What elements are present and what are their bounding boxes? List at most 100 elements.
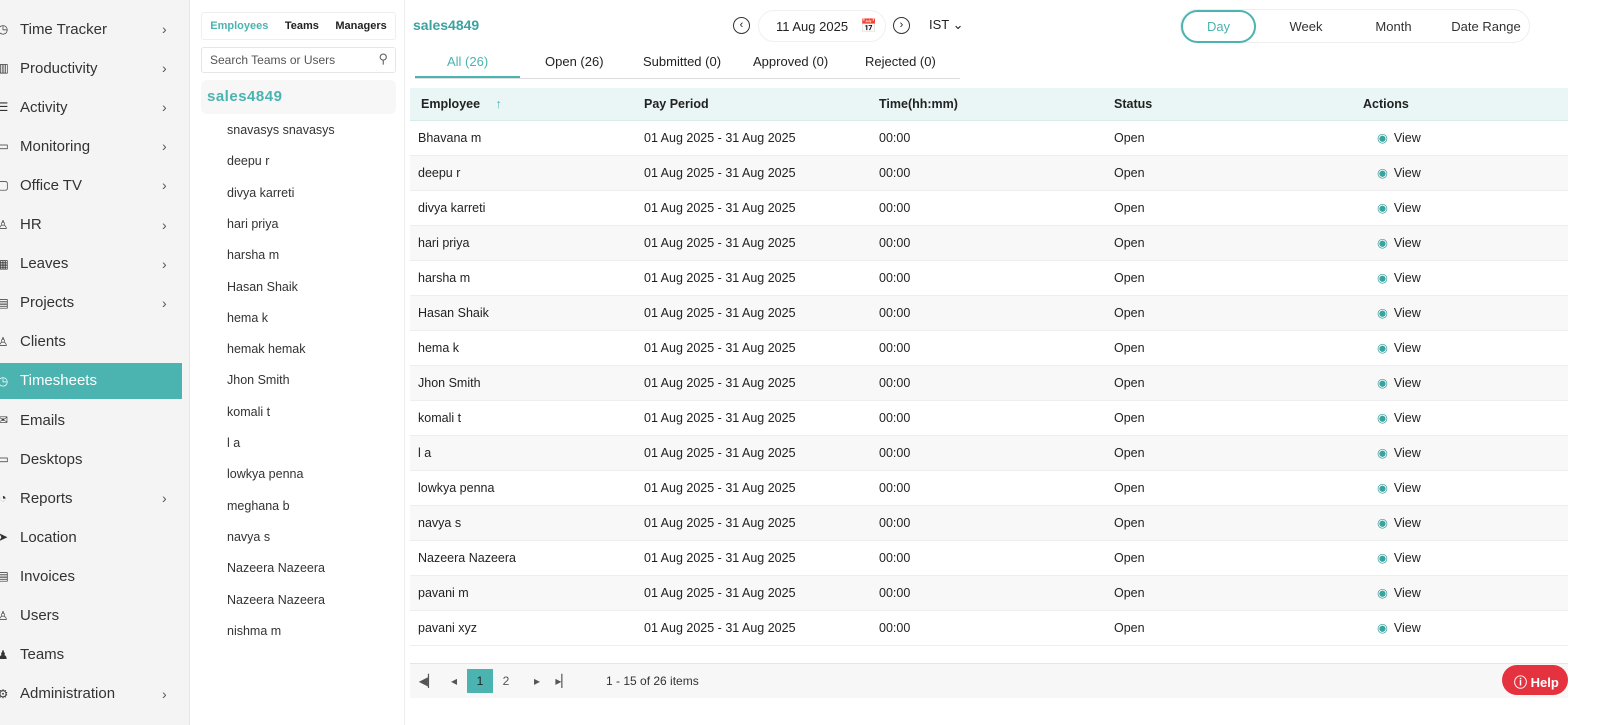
prev-page-icon[interactable]: ◂ bbox=[441, 669, 467, 693]
tab-submitted[interactable]: Submitted (0) bbox=[643, 54, 721, 69]
table-row[interactable]: Nazeera Nazeera 01 Aug 2025 - 31 Aug 202… bbox=[410, 540, 1568, 576]
sidebar-item-clients[interactable]: ♙ Clients bbox=[0, 324, 182, 360]
sidebar-item-timesheets[interactable]: ◷ Timesheets bbox=[0, 362, 182, 399]
table-row[interactable]: komali t 01 Aug 2025 - 31 Aug 2025 00:00… bbox=[410, 400, 1568, 436]
table-row[interactable]: divya karreti 01 Aug 2025 - 31 Aug 2025 … bbox=[410, 190, 1568, 226]
table-row[interactable]: harsha m 01 Aug 2025 - 31 Aug 2025 00:00… bbox=[410, 260, 1568, 296]
range-day[interactable]: Day bbox=[1181, 9, 1256, 43]
user-list-item[interactable]: komali t bbox=[227, 405, 270, 419]
view-button[interactable]: ◉ View bbox=[1347, 505, 1568, 541]
table-row[interactable]: pavani m 01 Aug 2025 - 31 Aug 2025 00:00… bbox=[410, 575, 1568, 611]
next-date-icon[interactable]: › bbox=[893, 17, 910, 34]
user-list-item[interactable]: deepu r bbox=[227, 154, 269, 168]
search-placeholder: Search Teams or Users bbox=[210, 53, 336, 67]
search-input[interactable]: Search Teams or Users ⚲ bbox=[201, 47, 396, 73]
view-button[interactable]: ◉ View bbox=[1347, 190, 1568, 226]
table-row[interactable]: navya s 01 Aug 2025 - 31 Aug 2025 00:00 … bbox=[410, 505, 1568, 541]
view-label: View bbox=[1393, 481, 1421, 495]
table-row[interactable]: hema k 01 Aug 2025 - 31 Aug 2025 00:00 O… bbox=[410, 330, 1568, 366]
user-list-item[interactable]: Jhon Smith bbox=[227, 373, 290, 387]
sidebar-item-time-tracker[interactable]: ◷ Time Tracker › bbox=[0, 11, 182, 47]
tab-employees[interactable]: Employees bbox=[210, 20, 268, 32]
activity-icon: ☰ bbox=[0, 100, 9, 115]
view-button[interactable]: ◉ View bbox=[1347, 225, 1568, 261]
sidebar-item-location[interactable]: ➤ Location bbox=[0, 519, 182, 555]
view-button[interactable]: ◉ View bbox=[1347, 260, 1568, 296]
view-button[interactable]: ◉ View bbox=[1347, 365, 1568, 401]
tab-open[interactable]: Open (26) bbox=[545, 54, 604, 69]
first-page-icon[interactable]: ◀▏ bbox=[415, 669, 441, 693]
user-list-item[interactable]: Nazeera Nazeera bbox=[227, 593, 325, 607]
page-1[interactable]: 1 bbox=[467, 669, 493, 693]
user-list-item[interactable]: snavasys snavasys bbox=[227, 123, 335, 137]
page-2[interactable]: 2 bbox=[493, 669, 519, 693]
user-list-item[interactable]: divya karreti bbox=[227, 186, 294, 200]
user-list-item[interactable]: hemak hemak bbox=[227, 342, 306, 356]
col-employee[interactable]: Employee ↑ bbox=[410, 88, 644, 121]
next-page-icon[interactable]: ▸ bbox=[524, 669, 550, 693]
table-row[interactable]: hari priya 01 Aug 2025 - 31 Aug 2025 00:… bbox=[410, 225, 1568, 261]
date-picker[interactable]: 11 Aug 2025 📅 bbox=[758, 10, 886, 42]
user-list-item[interactable]: hari priya bbox=[227, 217, 278, 231]
sidebar-item-hr[interactable]: ♙ HR › bbox=[0, 207, 182, 243]
user-list-item[interactable]: navya s bbox=[227, 530, 270, 544]
sort-asc-icon[interactable]: ↑ bbox=[496, 97, 502, 111]
tab-all[interactable]: All (26) bbox=[447, 54, 488, 69]
sidebar-item-administration[interactable]: ⚙ Administration › bbox=[0, 676, 182, 712]
sidebar-item-productivity[interactable]: ▥ Productivity › bbox=[0, 50, 182, 86]
prev-date-icon[interactable]: ‹ bbox=[733, 17, 750, 34]
range-month[interactable]: Month bbox=[1356, 19, 1431, 34]
view-button[interactable]: ◉ View bbox=[1347, 295, 1568, 331]
view-button[interactable]: ◉ View bbox=[1347, 155, 1568, 191]
user-list-item[interactable]: nishma m bbox=[227, 624, 281, 638]
user-list-item[interactable]: harsha m bbox=[227, 248, 279, 262]
view-button[interactable]: ◉ View bbox=[1347, 540, 1568, 576]
user-list-item[interactable]: Nazeera Nazeera bbox=[227, 561, 325, 575]
sidebar-item-activity[interactable]: ☰ Activity › bbox=[0, 89, 182, 125]
sidebar-item-users[interactable]: ♙ Users bbox=[0, 598, 182, 634]
table-row[interactable]: pavani xyz 01 Aug 2025 - 31 Aug 2025 00:… bbox=[410, 610, 1568, 646]
last-page-icon[interactable]: ▸▏ bbox=[550, 669, 576, 693]
sidebar-item-desktops[interactable]: ▭ Desktops bbox=[0, 441, 182, 477]
sidebar-item-reports[interactable]: ◔ Reports › bbox=[0, 480, 182, 516]
view-button[interactable]: ◉ View bbox=[1347, 120, 1568, 156]
user-list-item[interactable]: l a bbox=[227, 436, 240, 450]
table-row[interactable]: Jhon Smith 01 Aug 2025 - 31 Aug 2025 00:… bbox=[410, 365, 1568, 401]
pagination: ◀▏ ◂ 1 2 ▸ ▸▏ 1 - 15 of 26 items bbox=[410, 663, 1568, 698]
table-row[interactable]: lowkya penna 01 Aug 2025 - 31 Aug 2025 0… bbox=[410, 470, 1568, 506]
search-icon[interactable]: ⚲ bbox=[378, 51, 388, 67]
view-button[interactable]: ◉ View bbox=[1347, 610, 1568, 646]
sidebar-item-office-tv[interactable]: ▢ Office TV › bbox=[0, 167, 182, 203]
timezone-select[interactable]: IST ⌄ bbox=[929, 17, 964, 33]
tab-teams[interactable]: Teams bbox=[285, 20, 319, 32]
view-button[interactable]: ◉ View bbox=[1347, 435, 1568, 471]
table-row[interactable]: deepu r 01 Aug 2025 - 31 Aug 2025 00:00 … bbox=[410, 155, 1568, 191]
tab-managers[interactable]: Managers bbox=[335, 20, 386, 32]
user-list-item[interactable]: lowkya penna bbox=[227, 467, 303, 481]
eye-icon: ◉ bbox=[1377, 551, 1388, 565]
table-row[interactable]: l a 01 Aug 2025 - 31 Aug 2025 00:00 Open… bbox=[410, 435, 1568, 471]
sidebar-item-invoices[interactable]: ▤ Invoices bbox=[0, 558, 182, 594]
user-list-item[interactable]: meghana b bbox=[227, 499, 290, 513]
user-list-item[interactable]: hema k bbox=[227, 311, 268, 325]
tab-rejected[interactable]: Rejected (0) bbox=[865, 54, 936, 69]
table-row[interactable]: Bhavana m 01 Aug 2025 - 31 Aug 2025 00:0… bbox=[410, 120, 1568, 156]
range-week[interactable]: Week bbox=[1256, 19, 1356, 34]
view-button[interactable]: ◉ View bbox=[1347, 470, 1568, 506]
table-row[interactable]: Hasan Shaik 01 Aug 2025 - 31 Aug 2025 00… bbox=[410, 295, 1568, 331]
sidebar-item-teams[interactable]: ♟ Teams bbox=[0, 637, 182, 673]
sidebar-item-projects[interactable]: ▤ Projects › bbox=[0, 285, 182, 321]
tab-approved[interactable]: Approved (0) bbox=[753, 54, 828, 69]
calendar-icon[interactable]: 📅 bbox=[861, 18, 877, 34]
view-button[interactable]: ◉ View bbox=[1347, 330, 1568, 366]
sidebar-item-leaves[interactable]: ▦ Leaves › bbox=[0, 246, 182, 282]
view-button[interactable]: ◉ View bbox=[1347, 400, 1568, 436]
client-icon: ♙ bbox=[0, 334, 9, 349]
team-item[interactable]: sales4849 bbox=[201, 80, 396, 114]
help-button[interactable]: ⓘ Help bbox=[1502, 665, 1568, 695]
user-list-item[interactable]: Hasan Shaik bbox=[227, 280, 298, 294]
sidebar-item-emails[interactable]: ✉ Emails bbox=[0, 402, 182, 438]
range-date-range[interactable]: Date Range bbox=[1431, 19, 1541, 34]
sidebar-item-monitoring[interactable]: ▭ Monitoring › bbox=[0, 128, 182, 164]
view-button[interactable]: ◉ View bbox=[1347, 575, 1568, 611]
